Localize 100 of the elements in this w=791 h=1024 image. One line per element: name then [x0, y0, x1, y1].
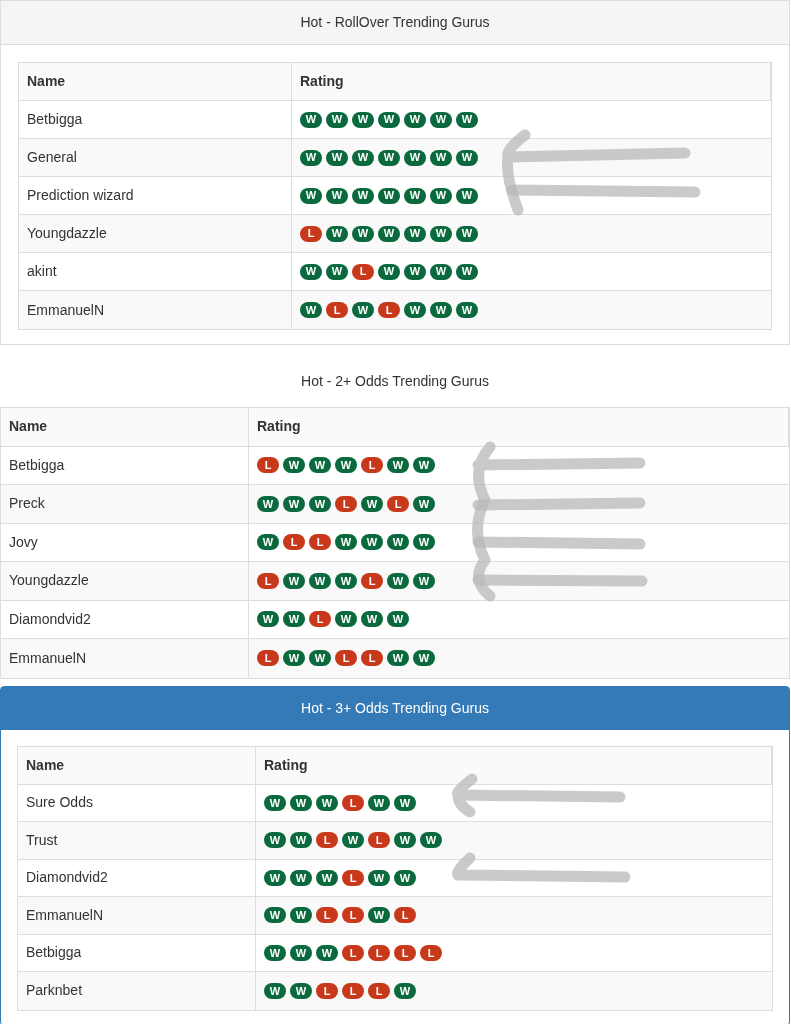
result-badge: L	[342, 982, 364, 999]
result-badge: W	[300, 263, 322, 280]
result-badge: L	[352, 263, 374, 280]
result-badge: L	[309, 611, 331, 628]
result-badge: W	[290, 832, 312, 849]
column-header: Name	[19, 63, 292, 100]
result-badge: W	[264, 944, 286, 961]
result-badge: W	[456, 225, 478, 242]
result-badge: L	[368, 982, 390, 999]
result-badge: W	[326, 187, 348, 204]
result-badge: W	[309, 495, 331, 512]
result-badge: L	[394, 907, 416, 924]
result-badge: W	[394, 869, 416, 886]
name-cell: EmmanuelN	[18, 897, 256, 934]
result-badge: W	[352, 302, 374, 318]
column-header: Rating	[256, 747, 772, 784]
result-badge: L	[316, 982, 338, 999]
result-badge: W	[420, 832, 442, 849]
result-badge: W	[368, 794, 390, 811]
result-badge: W	[368, 907, 390, 924]
name-cell: Betbigga	[18, 934, 256, 971]
result-badge: W	[456, 187, 478, 204]
result-badge: W	[309, 650, 331, 667]
result-badge: L	[342, 944, 364, 961]
result-badge: W	[378, 149, 400, 166]
result-badge: L	[257, 457, 279, 474]
result-badge: W	[342, 832, 364, 849]
result-badge: W	[326, 111, 348, 128]
result-badge: W	[335, 611, 357, 628]
result-badge: W	[352, 111, 374, 128]
result-badge: W	[326, 263, 348, 280]
result-badge: W	[290, 982, 312, 999]
panel-header: Hot - RollOver Trending Gurus	[1, 1, 789, 45]
result-badge: W	[387, 534, 409, 551]
result-badge: W	[394, 794, 416, 811]
result-badge: W	[413, 534, 435, 551]
result-badge: L	[342, 869, 364, 886]
result-badge: W	[264, 832, 286, 849]
result-badge: L	[394, 944, 416, 961]
result-badge: L	[368, 832, 390, 849]
result-badge: W	[300, 111, 322, 128]
column-header: Rating	[249, 408, 789, 446]
result-badge: W	[290, 907, 312, 924]
result-badge: W	[378, 225, 400, 242]
name-cell: Youngdazzle	[19, 215, 292, 252]
result-badge: L	[316, 832, 338, 849]
result-badge: W	[290, 944, 312, 961]
result-badge: W	[264, 982, 286, 999]
result-badge: L	[257, 572, 279, 589]
result-badge: L	[300, 225, 322, 242]
result-badge: W	[257, 495, 279, 512]
result-badge: W	[283, 457, 305, 474]
result-badge: W	[283, 572, 305, 589]
name-cell: Diamondvid2	[18, 859, 256, 896]
result-badge: W	[456, 149, 478, 166]
result-badge: W	[404, 111, 426, 128]
result-badge: L	[326, 302, 348, 318]
result-badge: L	[420, 944, 442, 961]
result-badge: W	[404, 187, 426, 204]
result-badge: W	[387, 650, 409, 667]
name-cell: Youngdazzle	[1, 562, 249, 600]
column-header: Name	[18, 747, 256, 784]
result-badge: W	[404, 302, 426, 318]
name-cell: Sure Odds	[18, 784, 256, 821]
panel-header: Hot - 2+ Odds Trending Gurus	[300, 371, 490, 391]
result-badge: W	[430, 149, 452, 166]
name-cell: Prediction wizard	[19, 177, 292, 214]
result-badge: W	[413, 572, 435, 589]
result-badge: W	[309, 572, 331, 589]
result-badge: L	[368, 944, 390, 961]
result-badge: L	[309, 534, 331, 551]
result-badge: W	[300, 302, 322, 318]
result-badge: L	[361, 572, 383, 589]
result-badge: W	[264, 907, 286, 924]
result-badge: W	[300, 149, 322, 166]
result-badge: W	[290, 794, 312, 811]
result-badge: L	[342, 907, 364, 924]
result-badge: W	[335, 572, 357, 589]
result-badge: W	[387, 572, 409, 589]
name-cell: EmmanuelN	[19, 291, 292, 329]
name-cell: General	[19, 139, 292, 176]
result-badge: W	[264, 869, 286, 886]
result-badge: W	[430, 263, 452, 280]
column-header: Rating	[292, 63, 771, 100]
result-badge: W	[283, 495, 305, 512]
name-cell: Trust	[18, 822, 256, 859]
result-badge: W	[300, 187, 322, 204]
result-badge: W	[456, 263, 478, 280]
result-badge: W	[361, 495, 383, 512]
result-badge: W	[394, 982, 416, 999]
result-badge: W	[430, 302, 452, 318]
result-badge: W	[309, 457, 331, 474]
result-badge: W	[352, 187, 374, 204]
result-badge: W	[352, 225, 374, 242]
result-badge: L	[257, 650, 279, 667]
result-badge: W	[413, 495, 435, 512]
result-badge: W	[387, 611, 409, 628]
result-badge: L	[387, 495, 409, 512]
result-badge: W	[368, 869, 390, 886]
result-badge: W	[404, 225, 426, 242]
